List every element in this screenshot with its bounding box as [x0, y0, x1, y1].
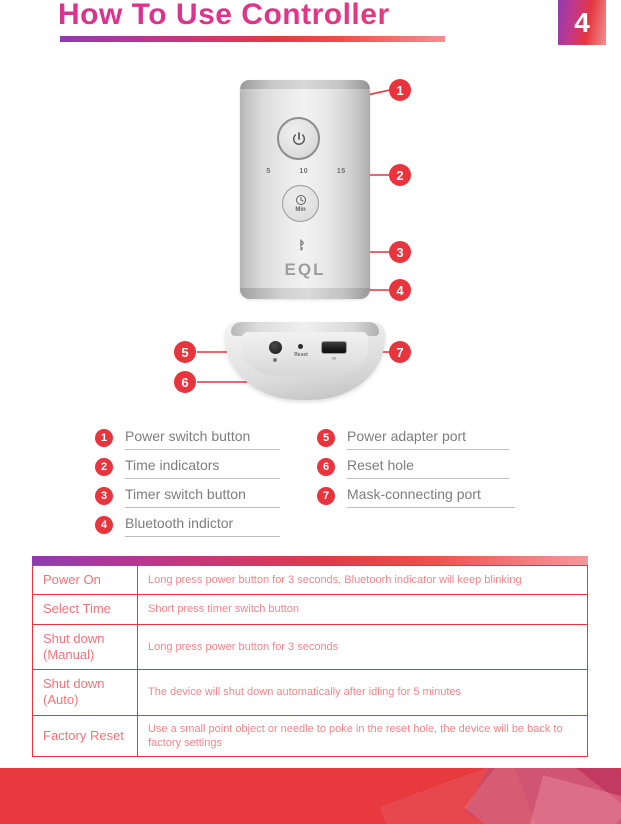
legend-item-6: 6 Reset hole	[317, 457, 517, 486]
legend-label-6: Reset hole	[347, 457, 414, 473]
legend-badge-3: 3	[95, 487, 113, 505]
device-top-edge	[240, 80, 370, 89]
instruction-table-container: Power On Long press power button for 3 s…	[32, 556, 588, 758]
mask-port-label: ∞	[331, 356, 337, 362]
legend-badge-7-label: 7	[322, 490, 330, 502]
callout-badge-3-label: 3	[396, 244, 404, 260]
table-header-gradient-bar	[32, 556, 588, 565]
legend-rule-6	[347, 478, 509, 479]
callout-badge-2: 2	[389, 164, 411, 186]
table-cell-description: Long press power button for 3 seconds, B…	[137, 564, 588, 596]
legend-column-right: 5 Power adapter port 6 Reset hole 7 Mask…	[317, 428, 517, 515]
legend-badge-6-label: 6	[322, 461, 330, 473]
time-indicator-5: 5	[266, 168, 271, 175]
legend-label-1: Power switch button	[125, 428, 251, 444]
legend-rule-3	[125, 507, 280, 508]
power-switch-button[interactable]	[277, 117, 320, 160]
page-number-badge: 4	[558, 0, 606, 45]
callout-badge-4-label: 4	[396, 282, 404, 298]
callout-badge-6-label: 6	[181, 374, 189, 390]
legend-badge-4: 4	[95, 516, 113, 534]
legend-badge-3-label: 3	[100, 490, 108, 502]
table-cell-operation: Select Time	[32, 594, 138, 625]
legend-item-7: 7 Mask-connecting port	[317, 486, 517, 515]
callout-badge-1: 1	[389, 79, 411, 101]
legend-badge-5-label: 5	[322, 432, 330, 444]
legend-badge-2: 2	[95, 458, 113, 476]
mask-connecting-port	[321, 341, 347, 354]
timer-min-label: Min	[295, 207, 306, 213]
legend-item-2: 2 Time indicators	[95, 457, 295, 486]
table-cell-description: Long press power button for 3 seconds	[137, 623, 588, 670]
table-cell-operation: Shut down (Auto)	[32, 669, 138, 716]
legend-label-2: Time indicators	[125, 457, 220, 473]
page-title: How To Use Controller	[58, 0, 390, 31]
legend-item-3: 3 Timer switch button	[95, 486, 295, 515]
table-cell-description: The device will shut down automatically …	[137, 669, 588, 716]
legend-rule-7	[347, 507, 515, 508]
callout-badge-4: 4	[389, 279, 411, 301]
callout-badge-7: 7	[389, 341, 411, 363]
table-cell-operation: Factory Reset	[32, 714, 138, 758]
table-row: Power On Long press power button for 3 s…	[32, 564, 588, 596]
legend-label-4: Bluetooth indictor	[125, 515, 234, 531]
table-cell-description: Short press timer switch button	[137, 594, 588, 625]
callout-badge-3: 3	[389, 241, 411, 263]
table-row: Shut down (Manual) Long press power butt…	[32, 623, 588, 670]
page-header: How To Use Controller 4	[0, 0, 621, 56]
legend-column-left: 1 Power switch button 2 Time indicators …	[95, 428, 295, 544]
table-cell-description: Use a small point object or needle to po…	[137, 714, 588, 758]
bluetooth-icon	[300, 239, 304, 251]
legend-badge-1-label: 1	[100, 432, 108, 444]
brand-logo: EQL	[284, 260, 326, 279]
callout-badge-1-label: 1	[396, 82, 404, 98]
legend-rule-1	[125, 449, 280, 450]
power-adapter-port	[269, 341, 282, 354]
legend-label-7: Mask-connecting port	[347, 486, 481, 502]
legend-badge-7: 7	[317, 487, 335, 505]
legend-badge-6: 6	[317, 458, 335, 476]
timer-switch-button[interactable]: Min	[282, 185, 319, 222]
legend-badge-4-label: 4	[100, 519, 108, 531]
table-row: Factory Reset Use a small point object o…	[32, 714, 588, 758]
legend-badge-2-label: 2	[100, 461, 108, 473]
time-indicator-15: 15	[336, 168, 346, 175]
adapter-port-marker	[273, 358, 277, 362]
callout-badge-6: 6	[174, 371, 196, 393]
legend-label-5: Power adapter port	[347, 428, 467, 444]
table-row: Select Time Short press timer switch but…	[32, 594, 588, 625]
clock-icon	[295, 195, 306, 205]
legend-label-3: Timer switch button	[125, 486, 246, 502]
legend-item-1: 1 Power switch button	[95, 428, 295, 457]
page-number-label: 4	[574, 6, 590, 38]
device-bottom-edge	[240, 288, 370, 299]
callout-badge-2-label: 2	[396, 167, 404, 183]
callout-badge-5: 5	[174, 341, 196, 363]
legend-rule-4	[125, 536, 280, 537]
table-row: Shut down (Auto) The device will shut do…	[32, 669, 588, 716]
time-indicators: 5 10 15	[252, 168, 360, 175]
page-footer	[0, 768, 621, 824]
legend-badge-5: 5	[317, 429, 335, 447]
table-cell-operation: Power On	[32, 564, 138, 596]
legend-rule-2	[125, 478, 280, 479]
reset-hole	[298, 344, 303, 349]
footer-decor-shape-3	[379, 768, 543, 824]
table-cell-operation: Shut down (Manual)	[32, 623, 138, 670]
controller-front-view: 5 10 15 Min EQL	[240, 80, 370, 299]
legend-badge-1: 1	[95, 429, 113, 447]
title-underline-rule	[60, 36, 445, 42]
power-icon	[292, 131, 305, 145]
legend-item-5: 5 Power adapter port	[317, 428, 517, 457]
legend-rule-5	[347, 449, 509, 450]
time-indicator-10: 10	[299, 168, 309, 175]
callout-badge-5-label: 5	[181, 344, 189, 360]
instruction-table: Power On Long press power button for 3 s…	[32, 564, 588, 758]
legend-item-4: 4 Bluetooth indictor	[95, 515, 295, 544]
callout-badge-7-label: 7	[396, 344, 404, 360]
controller-bottom-view: Reset ∞	[225, 322, 385, 406]
reset-hole-label: Reset	[294, 352, 308, 358]
